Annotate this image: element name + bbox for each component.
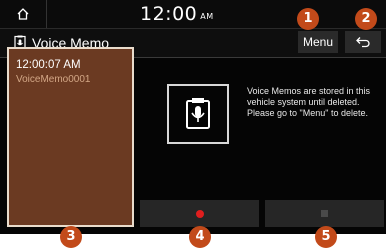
memo-time[interactable]: 12:00:07 AM [16,58,81,72]
voice-memo-illustration [167,84,229,144]
clock-time: 12:00 [140,3,198,25]
clock: 12:00 AM [140,2,214,29]
memo-name[interactable]: VoiceMemo0001 [16,74,91,86]
stop-icon [321,210,328,217]
clock-am-pm: AM [200,12,214,21]
callout-badge-2: 2 [355,8,377,30]
record-button[interactable] [140,200,259,227]
infotainment-screen: 12:00 AM Voice Memo Menu 12:00:07 AM Voic… [0,0,386,234]
callout-badge-5: 5 [315,226,337,248]
status-bar: 12:00 AM [0,0,386,29]
callout-badge-3: 3 [60,226,82,248]
home-button[interactable] [0,0,47,28]
menu-button[interactable]: Menu [298,31,338,53]
callout-badge-4: 4 [189,226,211,248]
info-message: Voice Memos are stored in this vehicle s… [247,86,371,118]
callout-badge-1: 1 [297,8,319,30]
back-icon [356,37,370,48]
microphone-icon [186,98,210,129]
stop-button[interactable] [265,200,384,227]
record-icon [195,209,204,218]
home-icon [17,8,29,20]
back-button[interactable] [345,31,381,53]
